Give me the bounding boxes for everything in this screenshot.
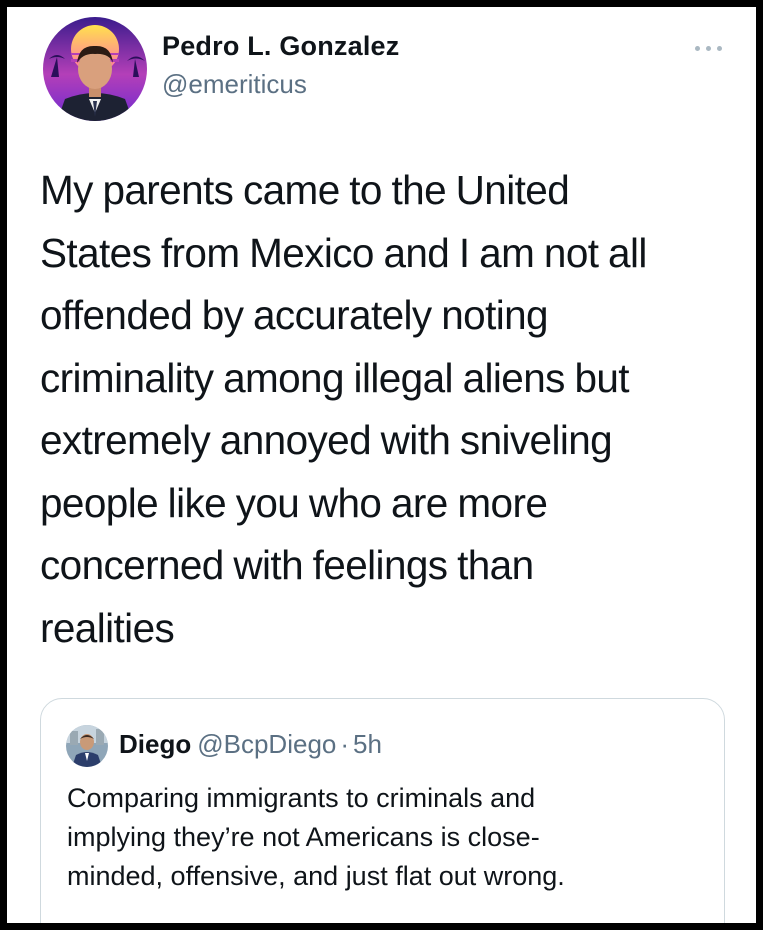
quoted-handle[interactable]: @BcpDiego: [197, 729, 336, 759]
screenshot-frame: Pedro L. Gonzalez @emeriticus My parents…: [0, 0, 763, 930]
quoted-display-name[interactable]: Diego: [119, 729, 191, 759]
quoted-tweet[interactable]: Diego @BcpDiego · 5h Comparing immigrants t…: [40, 698, 725, 923]
quoted-separator: ·: [340, 729, 350, 759]
author-handle[interactable]: @emeriticus: [162, 69, 307, 100]
quoted-header: Diego @BcpDiego · 5h: [119, 729, 382, 760]
author-avatar[interactable]: [43, 17, 147, 121]
tweet-text: My parents came to the United States fro…: [40, 167, 647, 651]
more-horizontal-icon[interactable]: [690, 41, 726, 55]
more-dot: [694, 45, 700, 51]
quoted-timestamp[interactable]: 5h: [353, 729, 382, 759]
more-dot: [716, 45, 722, 51]
author-display-name[interactable]: Pedro L. Gonzalez: [162, 31, 399, 62]
more-dot: [705, 45, 711, 51]
quoted-author-avatar[interactable]: [66, 725, 108, 767]
tweet-card: Pedro L. Gonzalez @emeriticus My parents…: [7, 7, 756, 923]
quoted-text: Comparing immigrants to criminals and im…: [67, 783, 565, 891]
